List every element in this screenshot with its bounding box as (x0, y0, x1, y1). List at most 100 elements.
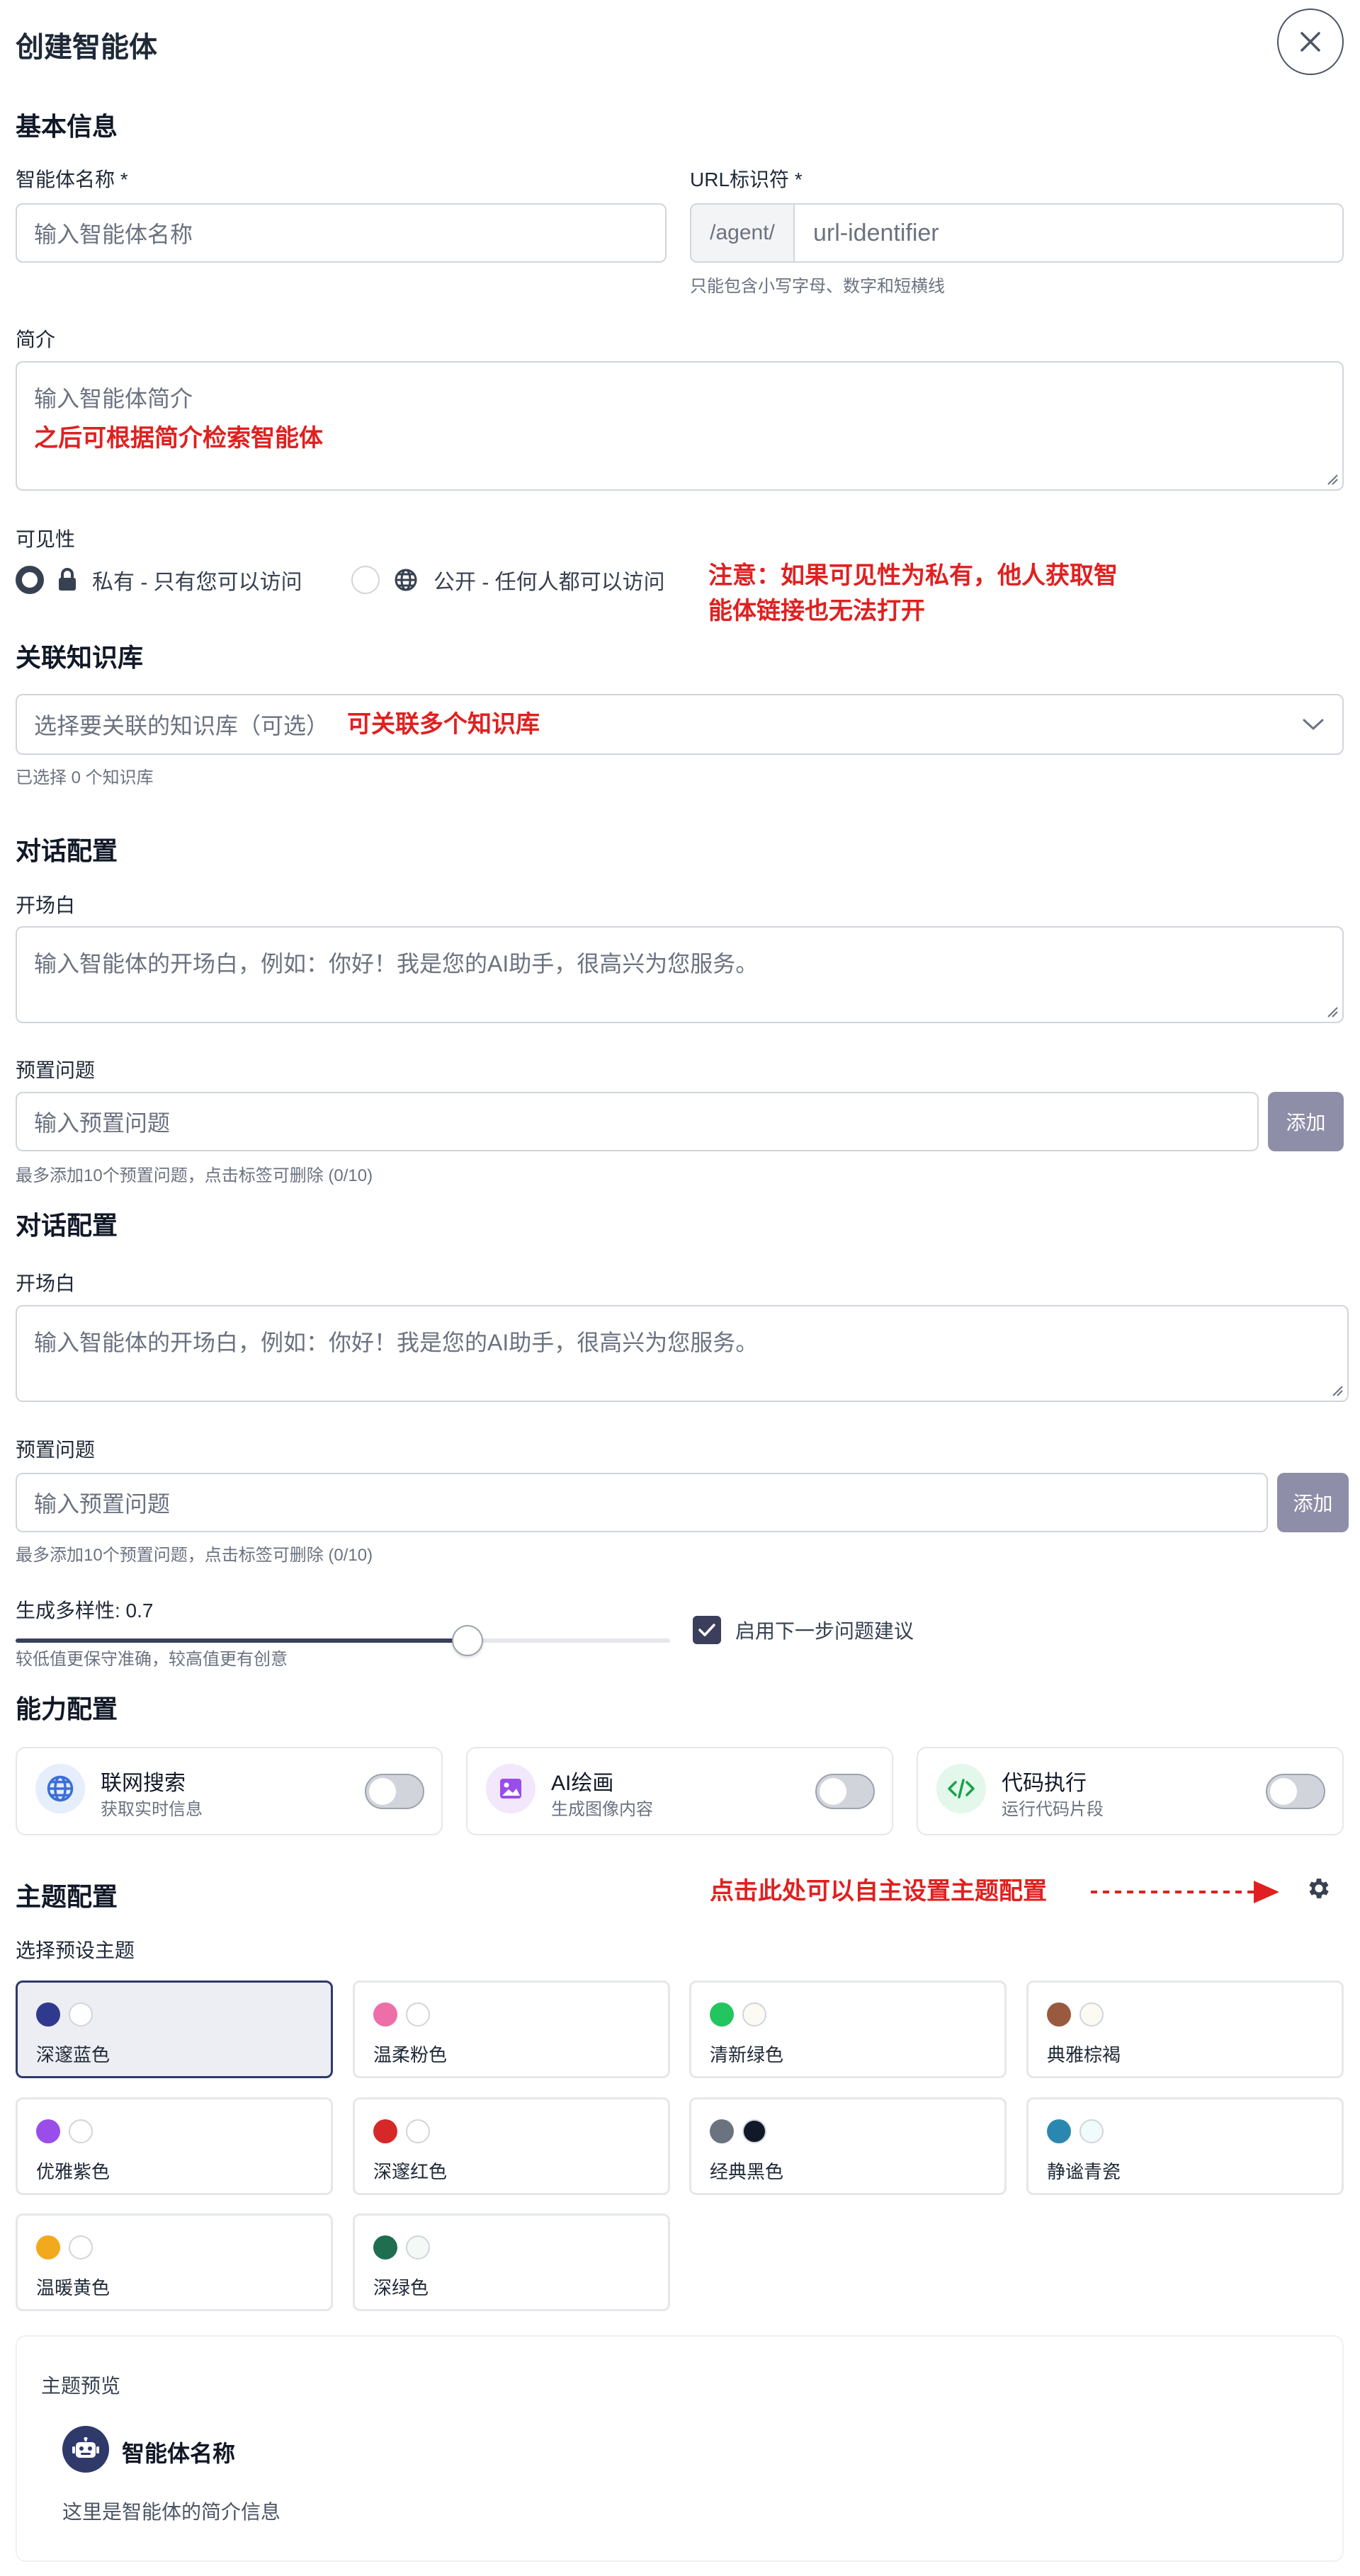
intro-annotation: 之后可根据简介检索智能体 (34, 425, 323, 452)
capability-title: 联网搜索 (101, 1772, 186, 1795)
close-icon (1300, 32, 1320, 52)
opening-textarea-2[interactable]: 输入智能体的开场白，例如：你好！我是您的AI助手，很高兴为您服务。 (16, 1305, 1349, 1402)
url-input[interactable]: url-identifier (795, 205, 1342, 261)
theme-preview-label: 主题预览 (41, 2375, 121, 2397)
add-preset-button-1[interactable]: 添加 (1268, 1092, 1344, 1151)
preset-input-1[interactable]: 输入预置问题 (16, 1092, 1259, 1151)
theme-secondary-dot (69, 2235, 93, 2259)
close-button[interactable] (1277, 8, 1344, 75)
chevron-down-icon (1303, 719, 1324, 731)
knowledge-select[interactable]: 选择要关联的知识库（可选） 可关联多个知识库 (16, 694, 1344, 755)
check-icon (698, 1624, 715, 1636)
gear-icon[interactable] (1305, 1875, 1332, 1902)
theme-name: 静谧青瓷 (1047, 2161, 1121, 2182)
section-capabilities: 能力配置 (16, 1694, 118, 1723)
theme-primary-dot (373, 2235, 397, 2259)
public-label: 公开 - 任何人都可以访问 (434, 571, 665, 594)
theme-secondary-dot (406, 2119, 430, 2143)
theme-name: 温暖黄色 (36, 2277, 110, 2298)
resize-handle-icon[interactable] (1325, 1005, 1338, 1018)
knowledge-select-placeholder: 选择要关联的知识库（可选） (34, 713, 329, 739)
section-basic-info: 基本信息 (16, 112, 118, 141)
suggest-label: 启用下一步问题建议 (735, 1620, 914, 1642)
add-preset-button-2[interactable]: 添加 (1277, 1473, 1349, 1532)
resize-handle-icon[interactable] (1325, 472, 1338, 485)
theme-secondary-dot (406, 2002, 430, 2027)
preset-theme-label: 选择预设主题 (16, 1939, 135, 1961)
theme-primary-dot (36, 2002, 60, 2027)
theme-primary-dot (373, 2002, 397, 2027)
capability-ai-drawing: AI绘画 生成图像内容 (466, 1747, 893, 1835)
suggest-checkbox-row[interactable]: 启用下一步问题建议 (693, 1616, 914, 1644)
name-input[interactable]: 输入智能体名称 (16, 203, 667, 263)
theme-card[interactable]: 深邃红色 (353, 2097, 670, 2195)
theme-card[interactable]: 静谧青瓷 (1026, 2097, 1344, 2195)
resize-handle-icon[interactable] (1330, 1384, 1343, 1396)
theme-card[interactable]: 经典黑色 (689, 2097, 1007, 2195)
theme-primary-dot (36, 2235, 60, 2259)
preset-label-1: 预置问题 (16, 1059, 96, 1081)
theme-secondary-dot (742, 2002, 766, 2027)
page-title: 创建智能体 (16, 32, 157, 63)
theme-primary-dot (1047, 2119, 1071, 2143)
visibility-annotation-line-2: 能体链接也无法打开 (708, 598, 925, 625)
code-execution-toggle[interactable] (1266, 1774, 1325, 1809)
private-option[interactable]: 私有 - 只有您可以访问 (16, 564, 302, 595)
diversity-label: 生成多样性: 0.7 (16, 1600, 154, 1622)
theme-name: 优雅紫色 (36, 2161, 110, 2182)
theme-name: 深绿色 (373, 2277, 429, 2298)
capability-subtitle: 生成图像内容 (551, 1800, 653, 1819)
lock-icon (59, 568, 76, 591)
theme-card[interactable]: 典雅棕褐 (1026, 1981, 1344, 2078)
theme-card[interactable]: 温暖黄色 (16, 2213, 333, 2311)
theme-name: 温柔粉色 (373, 2044, 448, 2065)
opening-placeholder-1: 输入智能体的开场白，例如：你好！我是您的AI助手，很高兴为您服务。 (34, 951, 759, 976)
intro-textarea[interactable]: 输入智能体简介 之后可根据简介检索智能体 (16, 361, 1344, 491)
theme-secondary-dot (406, 2235, 430, 2259)
globe-icon (47, 1775, 74, 1802)
preset-placeholder-1: 输入预置问题 (34, 1110, 171, 1136)
visibility-annotation: 注意：如果可见性为私有，他人获取智 能体链接也无法打开 (708, 558, 1118, 629)
theme-name: 清新绿色 (710, 2044, 784, 2065)
theme-name: 深邃红色 (373, 2161, 448, 2182)
robot-icon (72, 2437, 99, 2458)
capability-subtitle: 获取实时信息 (101, 1800, 203, 1819)
preset-hint-1: 最多添加10个预置问题，点击标签可删除 (0/10) (16, 1166, 373, 1185)
theme-card[interactable]: 优雅紫色 (16, 2097, 333, 2195)
url-hint: 只能包含小写字母、数字和短横线 (690, 277, 945, 296)
url-placeholder: url-identifier (813, 219, 939, 246)
public-option[interactable]: 公开 - 任何人都可以访问 (351, 564, 665, 595)
visibility-annotation-line-1: 注意：如果可见性为私有，他人获取智 (708, 562, 1118, 589)
preset-input-2[interactable]: 输入预置问题 (16, 1473, 1268, 1532)
theme-primary-dot (36, 2119, 60, 2143)
knowledge-select-content: 选择要关联的知识库（可选） 可关联多个知识库 (34, 707, 540, 742)
name-label: 智能体名称 * (16, 169, 128, 190)
intro-placeholder: 输入智能体简介 (34, 386, 193, 411)
section-knowledge-base: 关联知识库 (16, 643, 144, 672)
public-radio[interactable] (351, 566, 380, 594)
section-dialog-config-2: 对话配置 (16, 1211, 118, 1240)
theme-card[interactable]: 深绿色 (353, 2213, 670, 2311)
url-label: URL标识符 * (690, 169, 803, 190)
theme-card[interactable]: 温柔粉色 (353, 1981, 670, 2078)
theme-card[interactable]: 深邃蓝色 (16, 1981, 333, 2078)
opening-label-2: 开场白 (16, 1272, 76, 1294)
opening-placeholder-2: 输入智能体的开场白，例如：你好！我是您的AI助手，很高兴为您服务。 (34, 1330, 759, 1355)
private-radio[interactable] (16, 566, 44, 594)
web-search-toggle[interactable] (365, 1774, 424, 1809)
url-prefix: /agent/ (691, 205, 795, 261)
opening-textarea-1[interactable]: 输入智能体的开场白，例如：你好！我是您的AI助手，很高兴为您服务。 (16, 926, 1344, 1023)
name-placeholder: 输入智能体名称 (34, 222, 193, 247)
capability-code-execution: 代码执行 运行代码片段 (917, 1747, 1344, 1835)
ai-drawing-toggle[interactable] (815, 1774, 875, 1809)
suggest-checkbox[interactable] (693, 1616, 721, 1644)
slider-thumb[interactable] (452, 1625, 483, 1656)
theme-preview: 主题预览 智能体名称 这里是智能体的简介信息 (16, 2335, 1344, 2562)
theme-primary-dot (710, 2002, 734, 2027)
preset-hint-2: 最多添加10个预置问题，点击标签可删除 (0/10) (16, 1546, 373, 1565)
opening-label-1: 开场白 (16, 894, 76, 916)
theme-grid: 深邃蓝色 温柔粉色 清新绿色 典雅棕褐 优雅紫色 深邃红色 经典黑色 静谧青瓷 (16, 1981, 1344, 2320)
visibility-label: 可见性 (16, 528, 76, 550)
theme-card[interactable]: 清新绿色 (689, 1981, 1007, 2078)
globe-icon (395, 569, 417, 591)
